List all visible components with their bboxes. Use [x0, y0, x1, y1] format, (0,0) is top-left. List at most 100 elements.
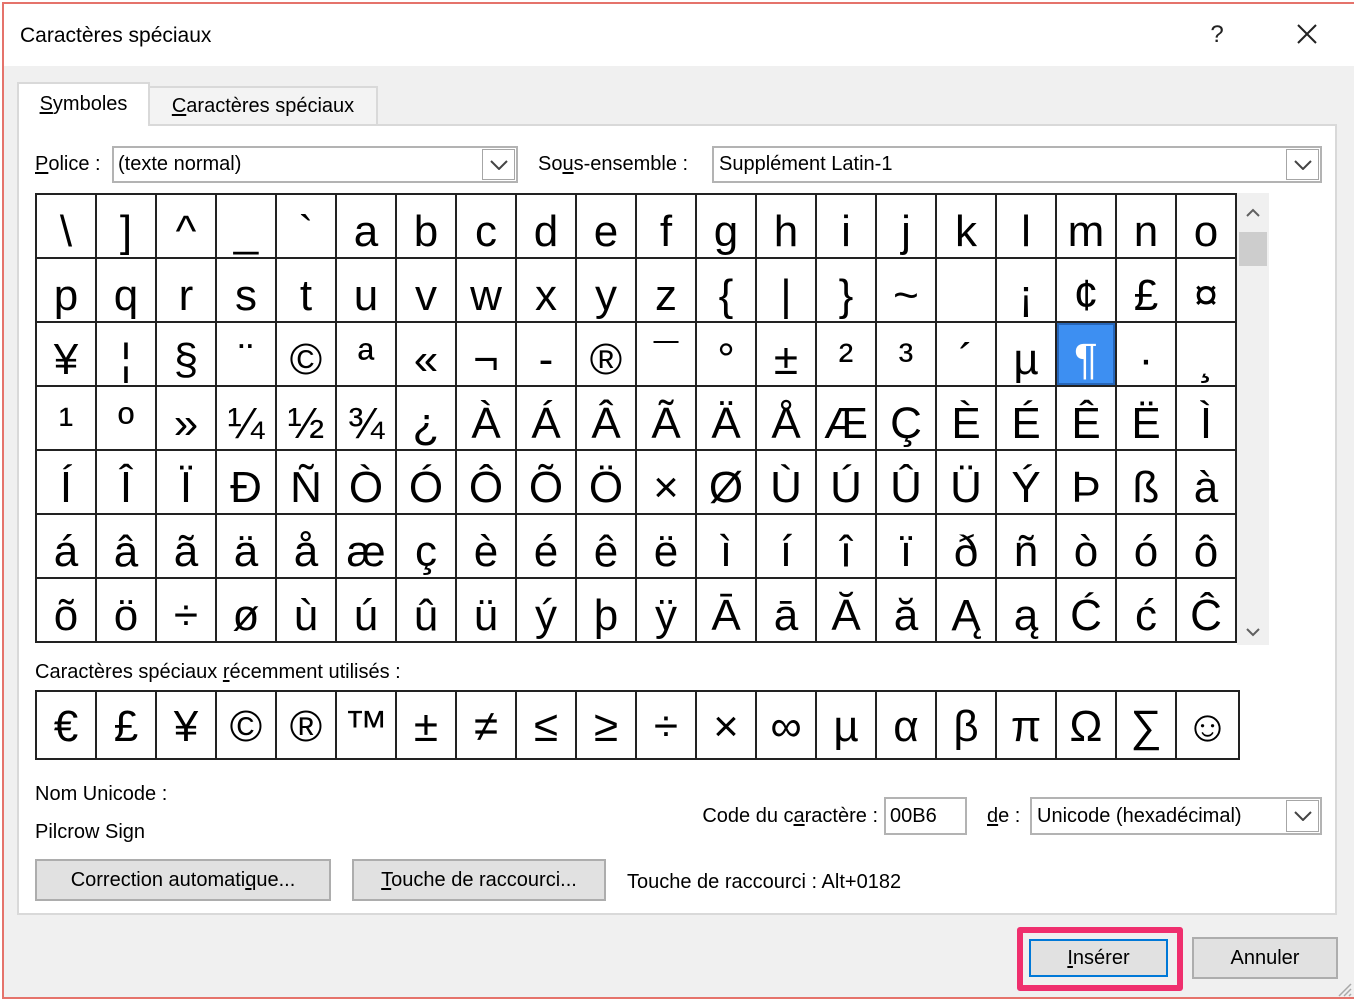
symbol-cell[interactable]: } — [817, 259, 877, 323]
symbol-cell[interactable]: × — [637, 451, 697, 515]
symbol-cell[interactable]: o — [1177, 195, 1237, 259]
recent-symbol-cell[interactable]: ∑ — [1117, 692, 1177, 760]
symbol-cell[interactable]: Ā — [697, 579, 757, 643]
symbol-cell[interactable]: i — [817, 195, 877, 259]
symbol-cell[interactable]: Á — [517, 387, 577, 451]
symbol-cell[interactable]: è — [457, 515, 517, 579]
symbol-cell[interactable]: Ù — [757, 451, 817, 515]
char-code-input[interactable]: 00B6 — [884, 797, 967, 835]
symbol-cell[interactable]: Þ — [1057, 451, 1117, 515]
symbol-cell[interactable]: ¸ — [1177, 323, 1237, 387]
symbol-cell[interactable]: ¾ — [337, 387, 397, 451]
symbol-cell[interactable]: n — [1117, 195, 1177, 259]
symbol-cell[interactable]: ø — [217, 579, 277, 643]
symbol-cell[interactable]: | — [757, 259, 817, 323]
symbol-cell[interactable]: ¤ — [1177, 259, 1237, 323]
symbol-cell[interactable]: ą — [997, 579, 1057, 643]
symbol-cell[interactable]: ½ — [277, 387, 337, 451]
symbol-cell[interactable]: Õ — [517, 451, 577, 515]
symbol-cell[interactable]: û — [397, 579, 457, 643]
symbol-cell[interactable]: ¯ — [637, 323, 697, 387]
symbol-cell[interactable]: ® — [577, 323, 637, 387]
symbol-cell[interactable]: z — [637, 259, 697, 323]
symbol-cell[interactable]: t — [277, 259, 337, 323]
symbol-cell[interactable]: ï — [877, 515, 937, 579]
symbol-cell[interactable]: å — [277, 515, 337, 579]
shortcut-key-button[interactable]: Touche de raccourci... — [352, 859, 606, 901]
symbol-cell[interactable]: © — [277, 323, 337, 387]
symbol-cell[interactable]: ³ — [877, 323, 937, 387]
symbol-cell[interactable]: ô — [1177, 515, 1237, 579]
recent-symbol-cell[interactable]: ± — [397, 692, 457, 760]
symbol-cell[interactable]: Ĉ — [1177, 579, 1237, 643]
symbol-cell[interactable]: Ó — [397, 451, 457, 515]
symbol-cell[interactable]: ¹ — [37, 387, 97, 451]
recent-symbol-cell[interactable]: µ — [817, 692, 877, 760]
close-button[interactable] — [1290, 17, 1324, 51]
recent-symbol-cell[interactable]: ÷ — [637, 692, 697, 760]
symbol-cell[interactable]: ë — [637, 515, 697, 579]
symbol-cell[interactable]: ñ — [997, 515, 1057, 579]
symbol-cell[interactable]: ] — [97, 195, 157, 259]
symbol-cell[interactable]: ¬ — [457, 323, 517, 387]
symbol-cell[interactable]: u — [337, 259, 397, 323]
symbol-cell[interactable]: l — [997, 195, 1057, 259]
symbol-cell[interactable]: Ë — [1117, 387, 1177, 451]
symbol-cell[interactable]: r — [157, 259, 217, 323]
symbol-cell[interactable]: ă — [877, 579, 937, 643]
symbol-cell[interactable]: Ò — [337, 451, 397, 515]
symbol-cell[interactable]: b — [397, 195, 457, 259]
symbol-cell[interactable] — [937, 259, 997, 323]
symbol-cell[interactable]: k — [937, 195, 997, 259]
symbol-cell[interactable]: ä — [217, 515, 277, 579]
symbol-cell[interactable]: ß — [1117, 451, 1177, 515]
subset-dropdown-button[interactable] — [1286, 149, 1319, 180]
symbol-cell[interactable]: j — [877, 195, 937, 259]
tab-caracteres-speciaux[interactable]: Caractères spéciaux — [148, 86, 378, 124]
insert-button[interactable]: Insérer — [1029, 939, 1168, 977]
symbol-cell[interactable]: À — [457, 387, 517, 451]
symbol-cell[interactable]: ý — [517, 579, 577, 643]
recent-symbol-cell[interactable]: ∞ — [757, 692, 817, 760]
symbol-cell[interactable]: Ö — [577, 451, 637, 515]
symbol-cell[interactable]: ¿ — [397, 387, 457, 451]
symbol-cell[interactable]: Ç — [877, 387, 937, 451]
symbol-cell[interactable]: ^ — [157, 195, 217, 259]
symbol-cell[interactable]: ~ — [877, 259, 937, 323]
recent-symbol-cell[interactable]: £ — [97, 692, 157, 760]
symbol-cell[interactable]: e — [577, 195, 637, 259]
symbol-cell[interactable]: Ã — [637, 387, 697, 451]
recent-symbol-cell[interactable]: ≤ — [517, 692, 577, 760]
symbol-cell[interactable]: É — [997, 387, 1057, 451]
symbol-cell[interactable]: ê — [577, 515, 637, 579]
symbol-cell[interactable]: ` — [277, 195, 337, 259]
symbol-cell[interactable]: Í — [37, 451, 97, 515]
scroll-up-button[interactable] — [1237, 197, 1269, 227]
symbol-cell[interactable]: Ø — [697, 451, 757, 515]
recent-symbol-cell[interactable]: ☺ — [1177, 692, 1240, 760]
symbol-cell[interactable]: Ć — [1057, 579, 1117, 643]
symbol-cell[interactable]: µ — [997, 323, 1057, 387]
symbol-cell[interactable]: ì — [697, 515, 757, 579]
symbol-cell[interactable]: õ — [37, 579, 97, 643]
font-dropdown-button[interactable] — [482, 149, 515, 180]
symbol-cell[interactable]: á — [37, 515, 97, 579]
symbol-cell[interactable]: s — [217, 259, 277, 323]
scrollbar-thumb[interactable] — [1239, 232, 1267, 266]
recent-symbol-cell[interactable]: β — [937, 692, 997, 760]
symbol-cell[interactable]: h — [757, 195, 817, 259]
symbol-cell[interactable]: þ — [577, 579, 637, 643]
symbol-cell[interactable]: Å — [757, 387, 817, 451]
symbol-cell[interactable]: _ — [217, 195, 277, 259]
symbol-cell[interactable]: í — [757, 515, 817, 579]
symbol-cell[interactable]: ² — [817, 323, 877, 387]
symbol-cell[interactable]: £ — [1117, 259, 1177, 323]
symbol-cell[interactable]: ö — [97, 579, 157, 643]
symbol-cell[interactable]: c — [457, 195, 517, 259]
symbol-cell[interactable]: ā — [757, 579, 817, 643]
symbol-cell[interactable]: à — [1177, 451, 1237, 515]
symbol-cell[interactable]: ć — [1117, 579, 1177, 643]
symbol-cell[interactable]: Ă — [817, 579, 877, 643]
recent-symbol-cell[interactable]: ≥ — [577, 692, 637, 760]
scroll-down-button[interactable] — [1237, 617, 1269, 647]
